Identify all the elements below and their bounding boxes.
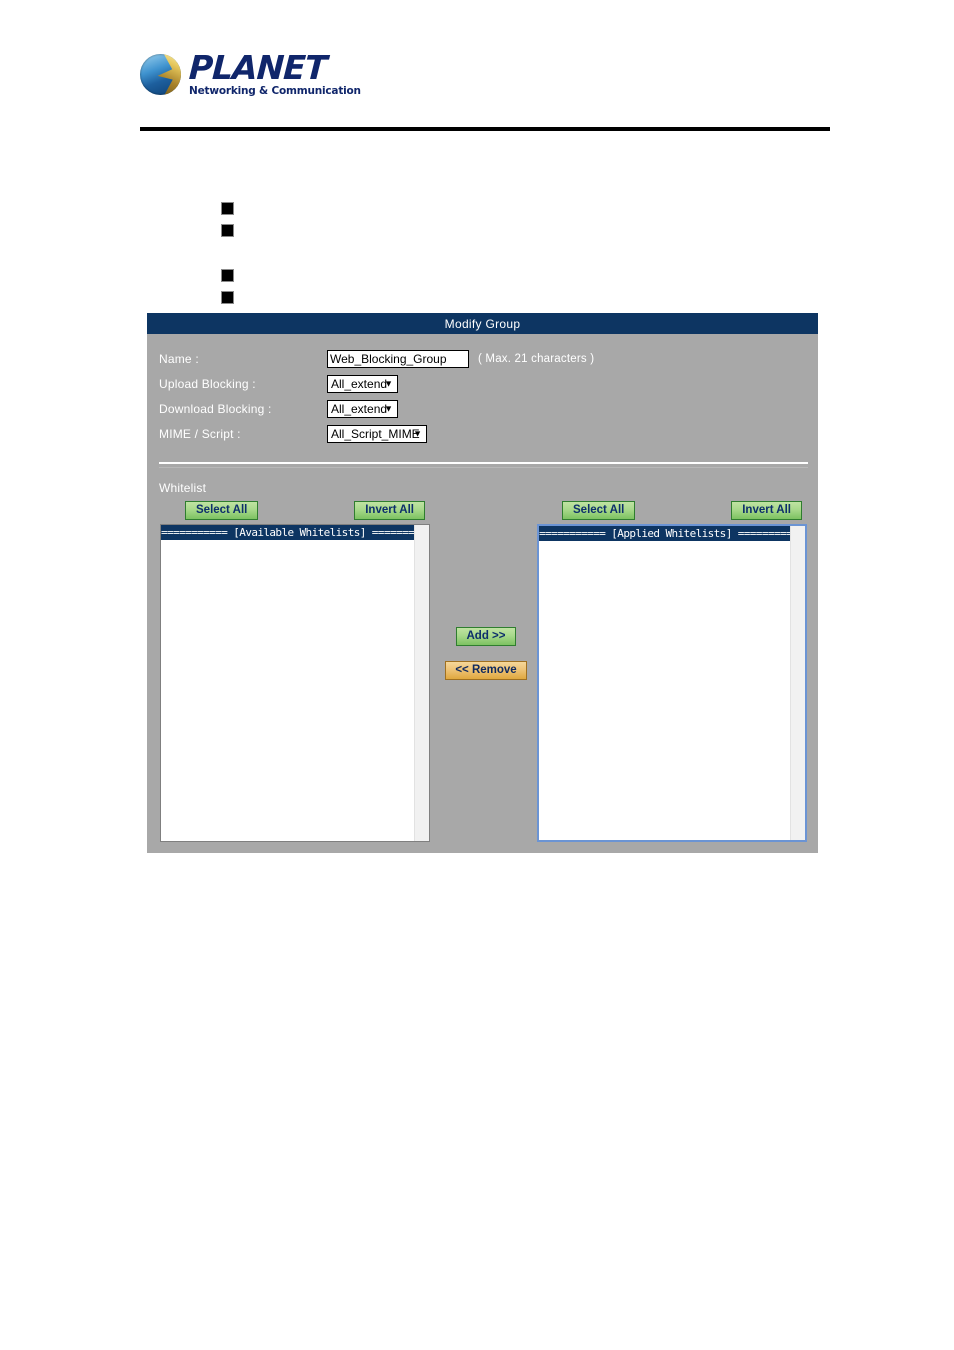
section-divider [159, 462, 808, 468]
available-whitelists-listbox[interactable]: =========== [Available Whitelists] =====… [160, 524, 430, 842]
add-button[interactable]: Add >> [455, 627, 517, 646]
form-row-mime-script: MIME / Script : All_Script_MIME ▼ [159, 421, 818, 446]
group-name-input[interactable] [327, 349, 469, 368]
available-whitelists-scrollbar[interactable] [414, 525, 429, 841]
chevron-down-icon: ▼ [384, 403, 393, 413]
mime-script-value: All_Script_MIME [331, 426, 420, 441]
mime-script-select[interactable]: All_Script_MIME ▼ [327, 424, 427, 443]
name-hint: ( Max. 21 characters ) [478, 352, 595, 365]
applied-whitelists-scrollbar[interactable] [790, 526, 805, 840]
bullet-marker-icon [221, 202, 234, 215]
upload-blocking-select[interactable]: All_extend ▼ [327, 374, 398, 393]
planet-globe-icon [140, 53, 181, 95]
applied-invert-all-button[interactable]: Invert All [731, 501, 802, 520]
brand-logo-text: PLANET Networking & Communication [187, 48, 361, 98]
applied-whitelists-listbox[interactable]: =========== [Applied Whitelists] =======… [537, 524, 807, 842]
form-row-download-blocking: Download Blocking : All_extend ▼ [159, 396, 818, 421]
upload-blocking-label: Upload Blocking : [159, 376, 256, 391]
available-whitelists-header: =========== [Available Whitelists] =====… [161, 525, 415, 540]
brand-name: PLANET [187, 48, 328, 88]
brand-logo: PLANET Networking & Communication [140, 46, 830, 102]
header-divider [140, 127, 830, 131]
form-row-upload-blocking: Upload Blocking : All_extend ▼ [159, 371, 818, 396]
available-select-all-button[interactable]: Select All [185, 501, 259, 520]
mime-script-label: MIME / Script : [159, 426, 241, 441]
chevron-down-icon: ▼ [384, 378, 393, 388]
whitelist-section-label: Whitelist [159, 481, 207, 495]
applied-whitelists-column: Select All Invert All =========== [Appli… [537, 501, 807, 842]
download-blocking-label: Download Blocking : [159, 401, 272, 416]
name-label: Name : [159, 351, 199, 366]
bullet-marker-icon [221, 224, 234, 237]
brand-tagline: Networking & Communication [189, 85, 361, 98]
download-blocking-value: All_extend [331, 401, 388, 416]
form-area: Name : ( Max. 21 characters ) Upload Blo… [147, 334, 818, 446]
transfer-buttons: Add >> << Remove [443, 626, 529, 680]
applied-whitelists-header: =========== [Applied Whitelists] =======… [539, 526, 791, 541]
form-row-name: Name : ( Max. 21 characters ) [159, 346, 818, 371]
page-header: PLANET Networking & Communication [140, 46, 830, 102]
available-button-row: Select All Invert All [160, 501, 430, 520]
chevron-down-icon: ▼ [413, 428, 422, 438]
remove-button[interactable]: << Remove [445, 661, 527, 680]
upload-blocking-value: All_extend [331, 376, 388, 391]
whitelist-columns: Select All Invert All =========== [Avail… [147, 501, 818, 846]
applied-button-row: Select All Invert All [537, 501, 807, 520]
available-whitelists-column: Select All Invert All =========== [Avail… [160, 501, 430, 842]
applied-select-all-button[interactable]: Select All [562, 501, 636, 520]
download-blocking-select[interactable]: All_extend ▼ [327, 399, 398, 418]
bullet-marker-icon [221, 269, 234, 282]
available-invert-all-button[interactable]: Invert All [354, 501, 425, 520]
modify-group-panel: Modify Group Name : ( Max. 21 characters… [147, 313, 818, 853]
bullet-marker-icon [221, 291, 234, 304]
panel-title: Modify Group [147, 313, 818, 334]
